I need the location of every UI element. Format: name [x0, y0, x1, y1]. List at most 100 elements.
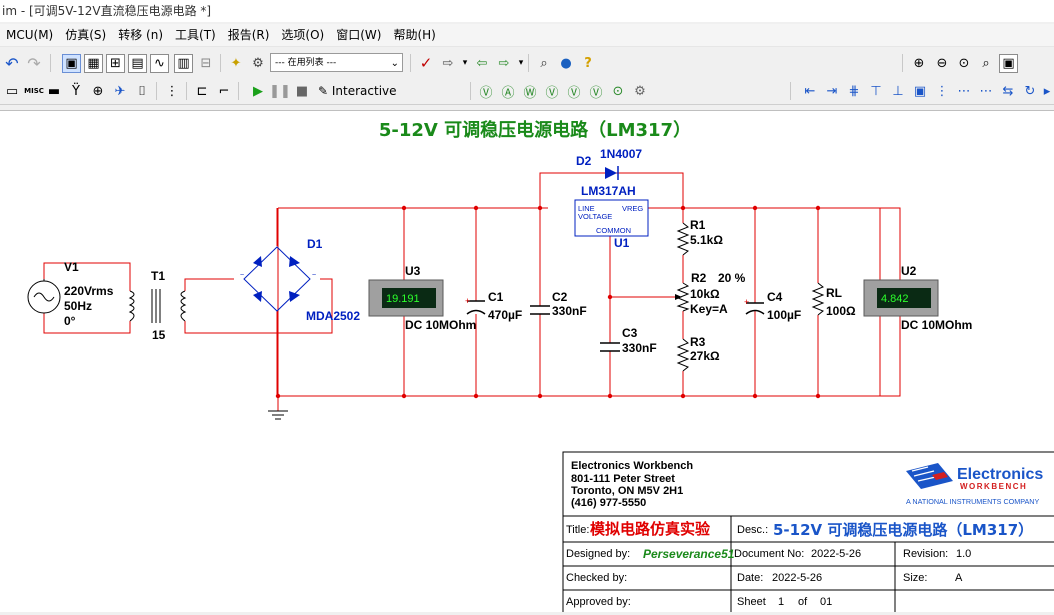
digital-probe-icon[interactable]: Ⓥ [586, 81, 606, 101]
align-bottom-icon[interactable]: ⊥ [888, 81, 908, 101]
c1-label: C1 [488, 290, 504, 304]
misc-icon[interactable]: MISC [24, 81, 44, 101]
step-icon[interactable]: ⌐ [214, 81, 234, 101]
tb-title-label: Title: [566, 524, 589, 536]
menu-window[interactable]: 窗口(W) [330, 24, 387, 46]
schematic-svg: 5-12V 可调稳压电源电路（LM317） V1 220Vrms 50Hz 0°… [27, 119, 1054, 615]
r2-percent: 20 % [718, 271, 746, 285]
find-icon[interactable]: ⌕ [534, 53, 554, 73]
forward-annotate-icon[interactable]: ⇦ [472, 53, 492, 73]
more-icon[interactable]: ▸ [1040, 81, 1054, 101]
netlist-icon[interactable]: ⚙ [248, 53, 268, 73]
menu-tools[interactable]: 工具(T) [169, 24, 222, 46]
c3-label: C3 [622, 326, 638, 340]
mouse-icon[interactable]: ⌷ [132, 81, 152, 101]
flip-icon[interactable]: ⇆ [998, 81, 1018, 101]
r2-potentiometer[interactable]: R2 20 % 10kΩ Key=A [675, 271, 746, 316]
voltage-probe-icon[interactable]: Ⓥ [476, 81, 496, 101]
menu-options[interactable]: 选项(O) [275, 24, 330, 46]
schematic-title: 5-12V 可调稳压电源电路（LM317） [379, 119, 691, 141]
u3-voltmeter[interactable]: 19.191 U3 DC 10MOhm [368, 264, 476, 332]
menu-mcu[interactable]: MCU(M) [0, 24, 59, 46]
d2-part: 1N4007 [600, 147, 642, 161]
r1-value: 5.1kΩ [690, 233, 723, 247]
help-icon[interactable]: ? [578, 53, 598, 73]
title-block[interactable]: Electronics Workbench 801-111 Peter Stre… [562, 451, 1054, 615]
u1-pin-voltage: VOLTAGE [578, 212, 612, 221]
postprocessor-icon[interactable]: ▥ [174, 54, 193, 73]
undo-icon[interactable]: ↶ [2, 53, 22, 73]
tb-docno-value: 2022-5-26 [811, 548, 861, 560]
r2-label: R2 [691, 271, 707, 285]
pause-icon[interactable]: ❚❚ [269, 81, 291, 101]
power-probe-icon[interactable]: Ⓦ [520, 81, 540, 101]
zoom-fit-icon[interactable]: ⌕ [976, 53, 996, 73]
c4-capacitor[interactable]: + C4 100µF [744, 290, 801, 322]
computer-icon[interactable]: ▬ [44, 81, 64, 101]
interactive-analysis-button[interactable]: ✎ Interactive [318, 82, 397, 100]
d2-diode[interactable]: D2 1N4007 [576, 147, 642, 180]
rf-icon[interactable]: ⊕ [88, 81, 108, 101]
menu-transfer[interactable]: 转移 (n) [112, 24, 169, 46]
current-probe-icon[interactable]: Ⓐ [498, 81, 518, 101]
u1-regulator[interactable]: LM317AH LINE VOLTAGE VREG COMMON U1 [574, 184, 649, 250]
probe-settings-icon[interactable]: ⚙ [630, 81, 650, 101]
chip-icon[interactable]: ▣ [910, 81, 930, 101]
d1-bridge[interactable]: ~ ~ D1 MDA2502 [240, 237, 360, 323]
align-center-icon[interactable]: ⋮ [932, 81, 952, 101]
component-wizard-icon[interactable]: ✦ [226, 53, 246, 73]
redo-icon[interactable]: ↷ [24, 53, 44, 73]
c4-label: C4 [767, 290, 783, 304]
window-title: im - [可调5V-12V直流稳压电源电路 *] [0, 0, 1054, 22]
rotate-icon[interactable]: ↻ [1020, 81, 1040, 101]
cursor-right-icon[interactable]: ⇥ [822, 81, 842, 101]
menu-simulate[interactable]: 仿真(S) [59, 24, 112, 46]
run-icon[interactable]: ▶ [248, 81, 268, 101]
zoom-out-icon[interactable]: ⊖ [932, 53, 952, 73]
zoom-in-icon[interactable]: ⊕ [909, 53, 929, 73]
distribute-v-icon[interactable]: ⋯ [976, 81, 996, 101]
menu-help[interactable]: 帮助(H) [387, 24, 441, 46]
tb-revision-value: 1.0 [956, 548, 971, 560]
grapher-icon[interactable]: ∿ [150, 54, 169, 73]
svg-text:~: ~ [312, 272, 316, 279]
reference-probe-icon[interactable]: ⊙ [608, 81, 628, 101]
c4-polarity: + [744, 297, 749, 307]
in-use-list-select[interactable]: --- 在用列表 --- ⌄ [270, 53, 403, 72]
r3-resistor[interactable]: R3 27kΩ [676, 335, 720, 372]
hierarchical-block-icon[interactable]: ⊏ [192, 81, 212, 101]
v1-source[interactable]: V1 220Vrms 50Hz 0° [27, 260, 114, 328]
grid-align-icon[interactable]: ⋕ [844, 81, 864, 101]
c3-value: 330nF [622, 341, 657, 355]
zoom-area-icon[interactable]: ⊙ [954, 53, 974, 73]
diff-probe-icon[interactable]: Ⓥ [542, 81, 562, 101]
electromechanical-icon[interactable]: ✈ [110, 81, 130, 101]
r1-resistor[interactable]: R1 5.1kΩ [676, 218, 723, 256]
database-icon[interactable]: ⊞ [106, 54, 125, 73]
web-icon[interactable]: ● [556, 53, 576, 73]
full-screen-icon[interactable]: ▣ [999, 54, 1018, 73]
align-top-icon[interactable]: ⊤ [866, 81, 886, 101]
description-icon[interactable]: ⊟ [196, 53, 216, 73]
voltage-ref-probe-icon[interactable]: Ⓥ [564, 81, 584, 101]
erc-icon[interactable]: ✓ [416, 53, 436, 73]
t1-transformer[interactable]: T1 15 [128, 269, 187, 342]
antenna-icon[interactable]: Ÿ [66, 81, 86, 101]
design-toolbox-icon[interactable]: ▣ [62, 54, 81, 73]
c2-label: C2 [552, 290, 568, 304]
probe-icon: ✎ [318, 84, 329, 98]
stop-icon[interactable]: ■ [292, 81, 312, 101]
c3-capacitor[interactable]: C3 330nF [600, 326, 657, 355]
c2-capacitor[interactable]: C2 330nF [530, 290, 587, 318]
menu-reports[interactable]: 报告(R) [222, 24, 276, 46]
tb-company: Electronics Workbench [571, 460, 693, 472]
grid-view-icon[interactable]: ▤ [128, 54, 147, 73]
d2-label: D2 [576, 154, 592, 168]
rl-resistor[interactable]: RL 100Ω [811, 282, 856, 318]
spreadsheet-icon[interactable]: ▦ [84, 54, 103, 73]
schematic-canvas[interactable]: 5-12V 可调稳压电源电路（LM317） V1 220Vrms 50Hz 0°… [0, 110, 1054, 615]
bus-icon[interactable]: ⋮ [162, 81, 182, 101]
distribute-h-icon[interactable]: ⋯ [954, 81, 974, 101]
power-source-icon[interactable]: ▭ [2, 81, 22, 101]
cursor-left-icon[interactable]: ⇤ [800, 81, 820, 101]
